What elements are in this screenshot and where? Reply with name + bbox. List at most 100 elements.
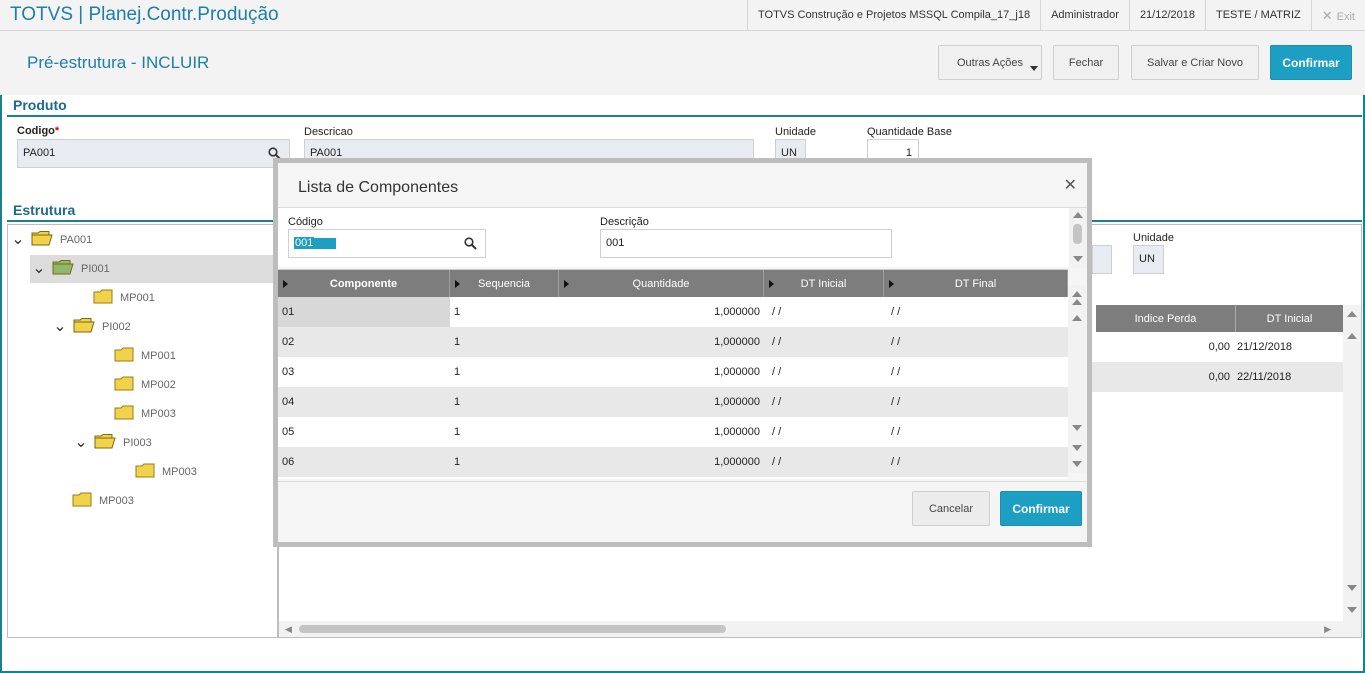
tree-node-label: MP002 <box>141 379 176 391</box>
dt-final-column-header[interactable]: DT Final <box>884 270 1068 297</box>
close-button[interactable]: Fechar <box>1053 45 1119 80</box>
dialog-filter-area: Código 001 Descrição 001 <box>278 207 1087 268</box>
dt-inicial-cell: / / <box>772 306 782 318</box>
branch-label[interactable]: TESTE / MATRIZ <box>1205 0 1311 31</box>
tree-node-label: PI002 <box>102 321 131 333</box>
dt-final-cell: / / <box>891 306 901 318</box>
scroll-down-icon[interactable] <box>1072 445 1082 451</box>
indice-perda-header[interactable]: Indice Perda <box>1096 305 1236 332</box>
grid-vertical-scrollbar[interactable] <box>1068 285 1086 473</box>
tree-node[interactable]: MP002 <box>72 371 277 399</box>
componente-cell: 03 <box>282 366 295 378</box>
sequencia-cell: 1 <box>454 306 461 318</box>
right-hidden-field[interactable] <box>1092 245 1112 274</box>
tree-node[interactable]: MP001 <box>72 342 277 370</box>
scroll-up-icon[interactable] <box>1072 291 1082 297</box>
table-row[interactable]: 02 1 1,000000 / / / / <box>278 327 1068 357</box>
open-folder-icon <box>52 260 74 278</box>
open-folder-icon <box>94 434 116 452</box>
scroll-thumb[interactable] <box>299 625 726 633</box>
close-icon[interactable]: ✕ <box>1064 175 1077 195</box>
tree-node[interactable]: MP003 <box>30 487 277 515</box>
componente-cell: 05 <box>282 426 295 438</box>
scroll-up-icon[interactable] <box>1073 212 1083 218</box>
scroll-down-icon[interactable] <box>1072 461 1082 467</box>
table-row[interactable]: 01 1 1,000000 / / / / <box>278 297 1068 327</box>
tree-node[interactable]: MP001 <box>51 284 277 312</box>
table-row[interactable]: 03 1 1,000000 / / / / <box>278 357 1068 387</box>
scroll-down-icon[interactable] <box>1073 256 1083 262</box>
confirm-button[interactable]: Confirmar <box>1270 45 1352 80</box>
scroll-left-icon[interactable]: ◀ <box>285 624 292 635</box>
folder-icon <box>114 347 134 365</box>
table-row[interactable]: 0,00 22/11/2018 <box>1092 362 1344 392</box>
dialog-confirm-button[interactable]: Confirmar <box>1000 491 1082 526</box>
dt-inicial-cell: / / <box>772 336 782 348</box>
scroll-right-icon[interactable]: ▶ <box>1324 624 1331 635</box>
codigo-field[interactable]: PA001 <box>17 139 290 168</box>
scroll-up-icon[interactable] <box>1072 299 1082 305</box>
table-row[interactable]: 06 1 1,000000 / / / / <box>278 447 1068 477</box>
tree-node-label: MP003 <box>141 408 176 420</box>
dt-inicial-column-header[interactable]: DT Inicial <box>764 270 884 297</box>
tree-node[interactable]: ⌄ PI003 <box>72 429 277 457</box>
modal-codigo-field[interactable]: 001 <box>288 229 486 258</box>
scroll-up-icon[interactable] <box>1347 333 1357 339</box>
chevron-down-icon[interactable]: ⌄ <box>72 435 90 451</box>
dt-inicial-cell: 22/11/2018 <box>1237 371 1292 383</box>
scroll-thumb[interactable] <box>1073 224 1082 244</box>
right-unidade-label: Unidade <box>1133 232 1174 244</box>
more-actions-label: Outras Ações <box>956 56 1024 69</box>
search-icon[interactable] <box>464 237 477 250</box>
tree-node[interactable]: ⌄ PI001 <box>30 255 277 283</box>
componente-cell: 06 <box>282 456 295 468</box>
scroll-down-icon[interactable] <box>1347 607 1357 613</box>
scroll-up-icon[interactable] <box>1347 311 1357 317</box>
quantidade-cell: 1,000000 <box>714 396 760 408</box>
cancel-button[interactable]: Cancelar <box>912 491 990 526</box>
right-unidade-field[interactable]: UN <box>1133 245 1164 274</box>
folder-icon <box>135 463 155 481</box>
table-row[interactable]: 0,00 21/12/2018 <box>1092 332 1344 362</box>
quantidade-cell: 1,000000 <box>714 426 760 438</box>
componente-column-header[interactable]: Componente <box>278 270 450 297</box>
tree-node[interactable]: MP003 <box>93 458 277 486</box>
table-row[interactable]: 05 1 1,000000 / / / / <box>278 417 1068 447</box>
chevron-down-icon <box>1030 66 1038 71</box>
modal-descricao-field[interactable]: 001 <box>600 229 892 258</box>
detail-horizontal-scrollbar[interactable]: ◀ ▶ <box>279 621 1343 637</box>
components-grid[interactable]: Componente Sequencia Quantidade DT Inici… <box>278 269 1068 479</box>
componente-cell: 02 <box>282 336 295 348</box>
sequencia-column-header[interactable]: Sequencia <box>450 270 559 297</box>
dialog-title: Lista de Componentes <box>298 179 459 196</box>
dt-inicial-cell: / / <box>772 426 782 438</box>
detail-vertical-scrollbar[interactable] <box>1343 305 1361 637</box>
quantidade-cell: 1,000000 <box>714 336 760 348</box>
dt-inicial-cell: 21/12/2018 <box>1237 341 1293 353</box>
tree-node[interactable]: ⌄ PI002 <box>51 313 277 341</box>
tree-node[interactable]: MP003 <box>72 400 277 428</box>
quantidade-cell: 1,000000 <box>714 306 760 318</box>
save-and-new-button[interactable]: Salvar e Criar Novo <box>1131 45 1259 80</box>
tree-node[interactable]: ⌄ PA001 <box>9 226 277 254</box>
modal-descricao-label: Descrição <box>600 216 649 228</box>
indice-perda-cell: 0,00 <box>1208 371 1230 383</box>
chevron-down-icon[interactable]: ⌄ <box>9 232 27 248</box>
close-icon: ✕ <box>1321 8 1333 23</box>
exit-button[interactable]: ✕ Exit <box>1310 0 1365 31</box>
table-row[interactable]: 04 1 1,000000 / / / / <box>278 387 1068 417</box>
tree-node-label: MP001 <box>120 292 155 304</box>
dt-inicial-header[interactable]: DT Inicial <box>1236 305 1344 332</box>
quantidade-column-header[interactable]: Quantidade <box>559 270 764 297</box>
qtd-base-label: Quantidade Base <box>867 126 953 138</box>
indice-perda-cell: 0,00 <box>1208 341 1230 353</box>
filter-vertical-scrollbar[interactable] <box>1069 208 1087 268</box>
structure-tree[interactable]: ⌄ PA001 ⌄ PI001 MP001 ⌄ PI002 MP001 MP002 MP003 ⌄ P… <box>7 224 278 638</box>
chevron-down-icon[interactable]: ⌄ <box>30 261 48 277</box>
scroll-up-icon[interactable] <box>1072 315 1082 321</box>
chevron-down-icon[interactable]: ⌄ <box>51 319 69 335</box>
scroll-down-icon[interactable] <box>1072 425 1082 431</box>
scroll-down-icon[interactable] <box>1347 585 1357 591</box>
exit-label: Exit <box>1336 11 1355 23</box>
more-actions-button[interactable]: Outras Ações <box>938 45 1042 80</box>
